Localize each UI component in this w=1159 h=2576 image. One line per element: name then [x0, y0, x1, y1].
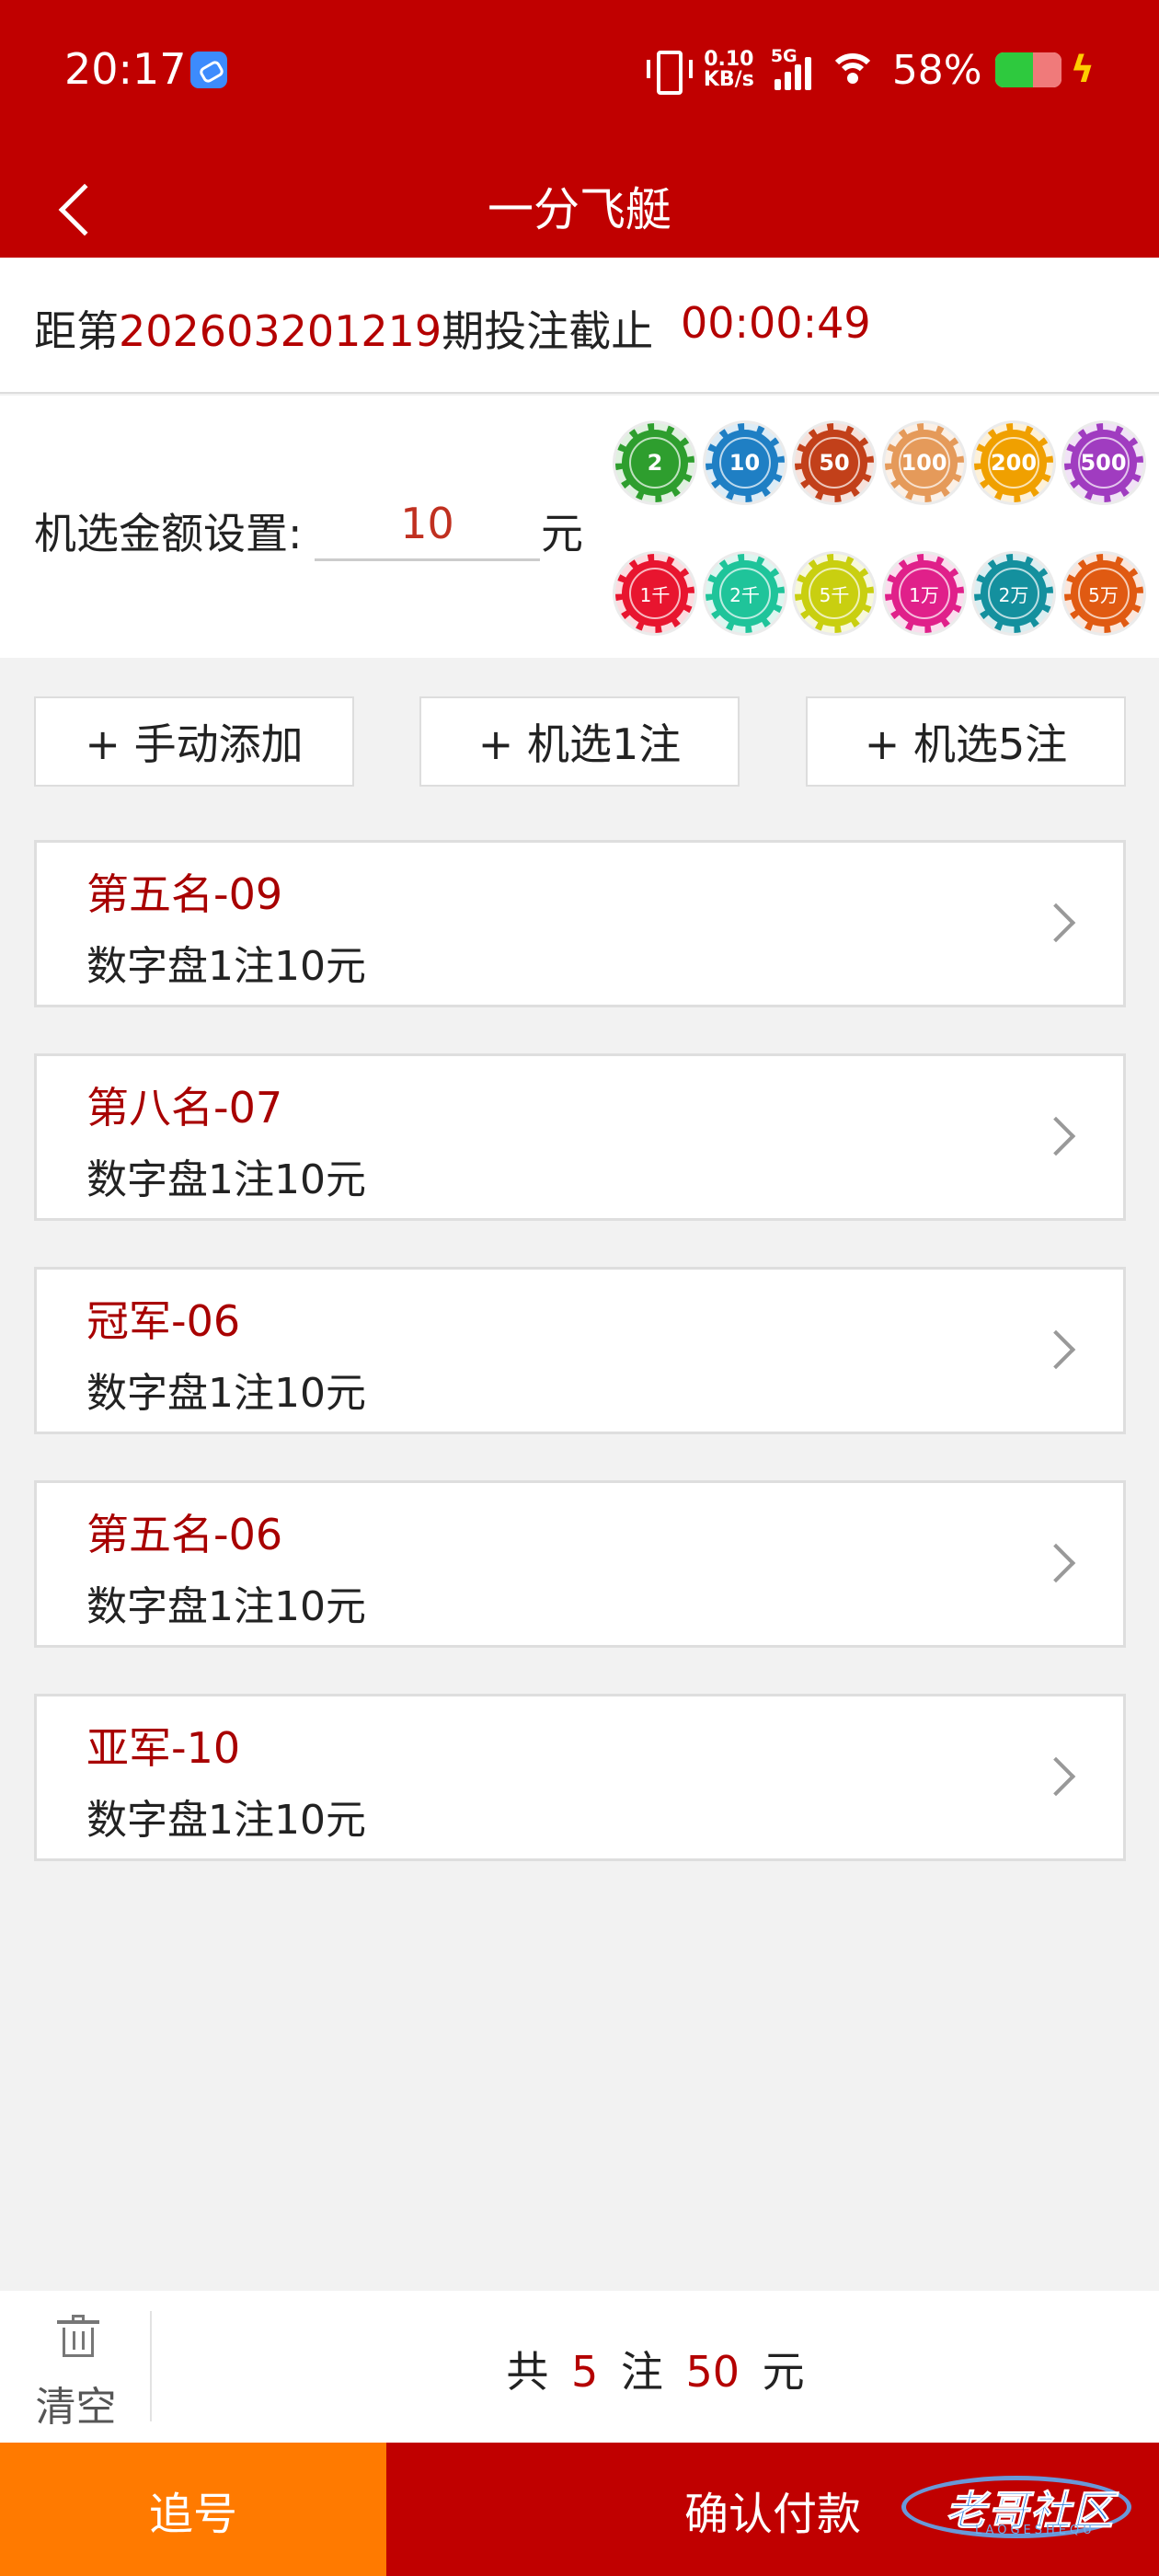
chip-label: 100: [898, 437, 950, 489]
chevron-right-icon: [1036, 1756, 1076, 1797]
bet-item[interactable]: 第八名-07 数字盘1注10元: [34, 1053, 1126, 1221]
chip-5千[interactable]: 5千: [795, 554, 874, 633]
chevron-right-icon: [1036, 1543, 1076, 1583]
manual-add-button[interactable]: + 手动添加: [34, 696, 354, 787]
chip-label: 10: [718, 437, 771, 489]
deadline-text: 距第202603201219期投注截止: [34, 298, 653, 359]
chip-2[interactable]: 2: [615, 423, 694, 502]
bet-item[interactable]: 冠军-06 数字盘1注10元: [34, 1267, 1126, 1434]
bet-summary: 共 5 注 50 元: [152, 2339, 1159, 2399]
chip-label: 2千: [718, 568, 771, 619]
period-number: 202603201219: [119, 306, 442, 356]
bet-desc: 数字盘1注10元: [86, 1156, 366, 1203]
bet-desc: 数字盘1注10元: [86, 1583, 366, 1630]
wifi-icon: [827, 50, 878, 90]
chip-label: 50: [809, 437, 860, 489]
app-notification-icon: [190, 52, 227, 88]
summary-prefix: 共: [506, 2347, 549, 2397]
status-bar: 20:17 0.10 KB/s 5G 58% ϟ: [0, 0, 1159, 147]
chip-5万[interactable]: 5万: [1063, 554, 1143, 633]
chip-200[interactable]: 200: [974, 423, 1053, 502]
page-title: 一分飞艇: [488, 183, 671, 236]
chip-500[interactable]: 500: [1063, 423, 1143, 502]
amount-unit: 元: [762, 2347, 805, 2397]
status-indicators: 0.10 KB/s 5G 58% ϟ: [646, 42, 1095, 98]
bet-count: 5: [570, 2347, 599, 2397]
signal-icon: 5G: [771, 46, 811, 90]
chip-label: 2: [629, 437, 681, 489]
trash-icon: [57, 2315, 99, 2357]
chevron-right-icon: [1036, 1329, 1076, 1370]
chip-label: 200: [988, 437, 1039, 489]
clear-label: 清空: [35, 2384, 117, 2431]
chip-10[interactable]: 10: [705, 423, 785, 502]
bet-title: 亚军-10: [86, 1723, 241, 1773]
bet-item[interactable]: 第五名-06 数字盘1注10元: [34, 1480, 1126, 1648]
amount-input[interactable]: [315, 488, 540, 561]
random-5-button[interactable]: + 机选5注: [806, 696, 1126, 787]
battery-percent: 58%: [891, 46, 982, 94]
bet-title: 第五名-09: [86, 869, 283, 919]
status-time: 20:17: [64, 44, 187, 94]
chip-label: 500: [1077, 437, 1130, 489]
bet-desc: 数字盘1注10元: [86, 943, 366, 990]
chip-50[interactable]: 50: [795, 423, 874, 502]
charging-bolt-icon: ϟ: [1070, 49, 1095, 91]
chevron-right-icon: [1036, 903, 1076, 943]
app-header: 一分飞艇: [0, 147, 1159, 258]
chip-label: 2万: [988, 568, 1039, 619]
chip-100[interactable]: 100: [884, 423, 964, 502]
chip-label: 1千: [629, 568, 681, 619]
chip-label: 1万: [898, 568, 950, 619]
bet-item[interactable]: 亚军-10 数字盘1注10元: [34, 1694, 1126, 1861]
clear-button[interactable]: 清空: [0, 2291, 152, 2443]
bet-desc: 数字盘1注10元: [86, 1797, 366, 1844]
chip-2万[interactable]: 2万: [974, 554, 1053, 633]
net-speed: 0.10 KB/s: [704, 50, 754, 90]
chip-label: 5千: [809, 568, 860, 619]
random-1-button[interactable]: + 机选1注: [419, 696, 740, 787]
watermark-sub: LAOGESHEQU: [975, 2524, 1096, 2537]
deadline-prefix: 距第: [34, 306, 119, 356]
bet-title: 冠军-06: [86, 1296, 241, 1346]
deadline-banner: 距第202603201219期投注截止 00:00:49: [0, 258, 1159, 394]
total-amount: 50: [685, 2347, 740, 2397]
amount-label: 机选金额设置:: [34, 509, 303, 558]
amount-setting: 机选金额设置: 元 2 10 50 100 200 500 1千 2千 5千 1万 2万 5万: [0, 396, 1159, 658]
chase-number-button[interactable]: 追号: [0, 2443, 386, 2576]
chevron-right-icon: [1036, 1116, 1076, 1156]
network-type: 5G: [770, 46, 798, 66]
bet-desc: 数字盘1注10元: [86, 1370, 366, 1417]
count-unit: 注: [620, 2347, 663, 2397]
countdown-timer: 00:00:49: [681, 298, 871, 348]
net-speed-value: 0.10: [704, 48, 754, 71]
bet-title: 第五名-06: [86, 1510, 283, 1559]
deadline-suffix: 期投注截止: [442, 306, 654, 356]
bet-title: 第八名-07: [86, 1083, 283, 1133]
vibrate-icon: [646, 47, 693, 95]
chip-2千[interactable]: 2千: [705, 554, 785, 633]
bet-item[interactable]: 第五名-09 数字盘1注10元: [34, 840, 1126, 1007]
battery-icon: [994, 52, 1061, 87]
chip-1千[interactable]: 1千: [615, 554, 694, 633]
chip-label: 5万: [1077, 568, 1130, 619]
chip-1万[interactable]: 1万: [884, 554, 964, 633]
amount-unit: 元: [541, 509, 583, 558]
net-speed-unit: KB/s: [703, 68, 754, 91]
watermark-logo: 老哥社区 LAOGESHEQU: [901, 2470, 1142, 2544]
summary-bar: 清空 共 5 注 50 元: [0, 2291, 1159, 2443]
